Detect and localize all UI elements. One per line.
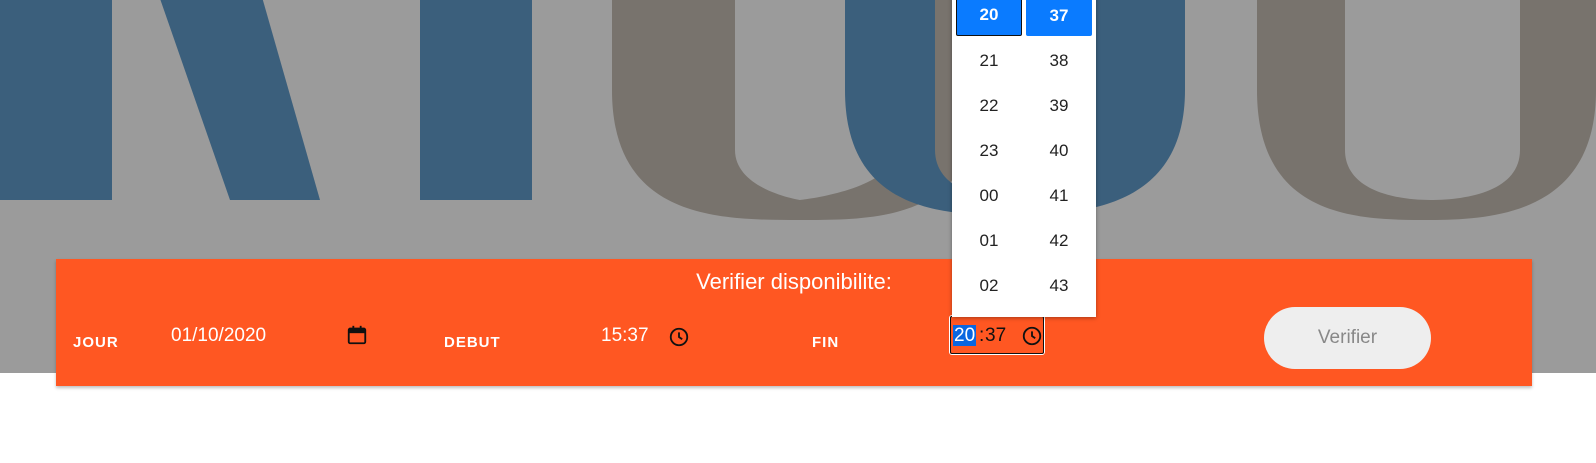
minute-option[interactable]: 38 bbox=[1026, 40, 1092, 81]
minute-option[interactable]: 37 bbox=[1026, 0, 1092, 36]
fin-time-input[interactable]: 20 : 37 bbox=[950, 316, 1044, 354]
availability-bar: Verifier disponibilite: JOUR 01/10/2020 … bbox=[56, 259, 1532, 386]
jour-date-input[interactable]: 01/10/2020 bbox=[171, 325, 266, 347]
fin-label: FIN bbox=[812, 334, 840, 351]
fin-minute-segment[interactable]: 37 bbox=[985, 325, 1006, 346]
minute-option[interactable]: 42 bbox=[1026, 220, 1092, 261]
hour-option[interactable]: 22 bbox=[956, 85, 1022, 126]
clock-icon[interactable] bbox=[668, 326, 690, 348]
minute-option[interactable]: 43 bbox=[1026, 265, 1092, 306]
hour-option[interactable]: 01 bbox=[956, 220, 1022, 261]
minute-option[interactable]: 41 bbox=[1026, 175, 1092, 216]
hour-option[interactable]: 21 bbox=[956, 40, 1022, 81]
calendar-icon[interactable] bbox=[346, 324, 368, 346]
availability-title: Verifier disponibilite: bbox=[696, 269, 892, 294]
fin-hour-segment[interactable]: 20 bbox=[953, 325, 977, 346]
fin-time-separator: : bbox=[979, 325, 985, 346]
minute-option[interactable]: 40 bbox=[1026, 130, 1092, 171]
verifier-button[interactable]: Verifier bbox=[1264, 307, 1431, 369]
debut-time-input[interactable]: 15:37 bbox=[601, 325, 649, 347]
time-picker-dropdown: 20 21 22 23 00 01 02 37 38 39 40 41 42 4… bbox=[952, 0, 1096, 317]
hour-option[interactable]: 23 bbox=[956, 130, 1022, 171]
minute-option[interactable]: 39 bbox=[1026, 85, 1092, 126]
jour-label: JOUR bbox=[73, 334, 119, 351]
hour-option[interactable]: 00 bbox=[956, 175, 1022, 216]
clock-icon[interactable] bbox=[1021, 325, 1043, 347]
hour-option[interactable]: 20 bbox=[956, 0, 1022, 36]
debut-label: DEBUT bbox=[444, 334, 501, 351]
hour-option[interactable]: 02 bbox=[956, 265, 1022, 306]
